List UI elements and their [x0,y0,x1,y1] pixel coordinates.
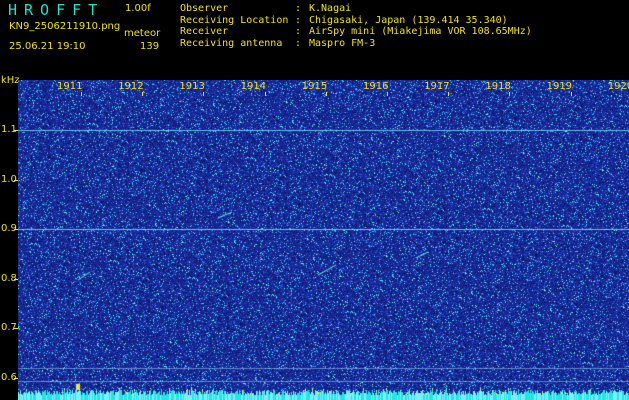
freq-unit-label: kHz [1,75,20,86]
freq-tick-mark [14,179,18,181]
info-colon: : [295,37,308,49]
info-colon: : [295,26,308,37]
info-key: Observer [180,3,229,14]
image-filename: KN9_2506211910.png [9,21,121,32]
info-colon: : [295,14,308,26]
freq-tick-mark [14,377,18,379]
time-tick-mark [509,92,511,96]
time-tick-mark [325,92,327,96]
time-tick-label: 1911 [57,81,83,92]
station-info: Observer: K.Nagai Receiving Location: Ch… [180,3,532,49]
info-value: K.Nagai [309,3,352,14]
time-tick-label: 1918 [485,81,511,92]
info-row-location: Receiving Location: Chigasaki, Japan (13… [180,15,532,27]
meteor-label: meteor [124,28,161,39]
info-key: Receiving Location [180,14,289,26]
info-colon: : [295,3,308,14]
time-tick-label: 1912 [118,81,144,92]
time-tick-mark [387,92,388,96]
info-key: Receiver [180,26,229,37]
freq-tick-mark [14,328,18,329]
spectrogram-canvas[interactable] [18,80,629,400]
app-version: 1.00f [125,3,151,14]
info-row-antenna: Receiving antenna: Maspro FM-3 [180,38,532,50]
time-tick-mark [81,92,82,96]
time-tick-mark [448,92,450,96]
time-tick-mark [203,92,205,96]
time-tick-label: 1919 [546,81,573,92]
freq-tick-mark [14,229,18,230]
time-tick-label: 1913 [179,81,205,92]
info-row-observer: Observer: K.Nagai [180,3,532,15]
info-value: Chigasaki, Japan (139.414 35.340) [309,14,508,26]
time-tick-label: 1914 [240,81,267,92]
time-tick-mark [264,92,266,96]
time-tick-label: 1920 [607,81,629,92]
time-tick-label: 1917 [424,81,450,92]
info-row-receiver: Receiver: AirSpy mini (Miakejima VOR 108… [180,26,532,38]
capture-datetime: 25.06.21 19:10 [9,41,86,52]
meteor-count: 139 [140,41,160,52]
time-tick-mark [570,92,572,96]
app-title: HROFFT [8,1,105,19]
time-tick-label: 1916 [363,81,389,92]
info-value: Maspro FM-3 [309,37,376,49]
time-tick-label: 1915 [301,81,328,92]
header-panel: HROFFT 1.00f KN9_2506211910.png meteor 2… [0,0,629,78]
info-value: AirSpy mini (Miakejima VOR 108.65MHz) [309,26,532,37]
freq-tick-mark [14,130,18,131]
spectrogram-plot[interactable] [18,80,629,400]
freq-tick-mark [14,278,18,280]
time-tick-mark [142,92,144,96]
info-key: Receiving antenna [180,37,283,49]
